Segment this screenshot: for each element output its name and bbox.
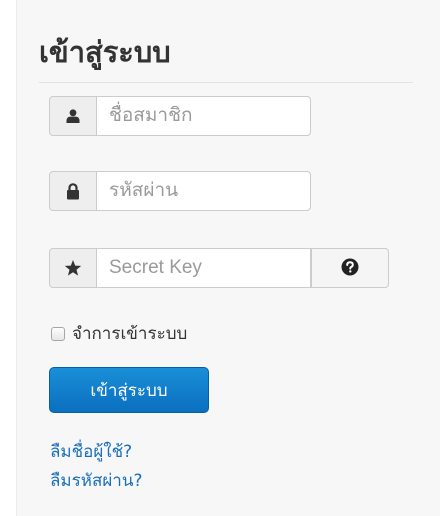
username-group bbox=[49, 96, 311, 136]
question-circle-icon bbox=[341, 258, 359, 279]
password-group bbox=[49, 171, 311, 211]
star-icon bbox=[49, 248, 97, 288]
secret-key-help-button[interactable] bbox=[311, 248, 389, 288]
login-panel: เข้าสู่ระบบ ชื่อสมาชิก Secret Key จำการเ… bbox=[16, 0, 440, 516]
remember-checkbox[interactable] bbox=[51, 326, 65, 341]
lock-icon bbox=[49, 171, 97, 211]
secret-key-group bbox=[49, 248, 389, 288]
login-button[interactable]: เข้าสู่ระบบ bbox=[49, 367, 209, 413]
password-input[interactable] bbox=[97, 171, 311, 211]
username-input[interactable] bbox=[97, 96, 311, 136]
login-title: เข้าสู่ระบบ bbox=[39, 35, 171, 69]
user-icon bbox=[49, 96, 97, 136]
remember-label: จำการเข้าระบบ bbox=[72, 324, 188, 344]
secret-key-input[interactable] bbox=[97, 248, 311, 288]
title-divider bbox=[39, 82, 413, 83]
forgot-username-link[interactable]: ลืมชื่อผู้ใช้? bbox=[50, 440, 132, 464]
remember-me[interactable]: จำการเข้าระบบ bbox=[51, 320, 187, 347]
forgot-password-link[interactable]: ลืมรหัสผ่าน? bbox=[50, 469, 143, 493]
